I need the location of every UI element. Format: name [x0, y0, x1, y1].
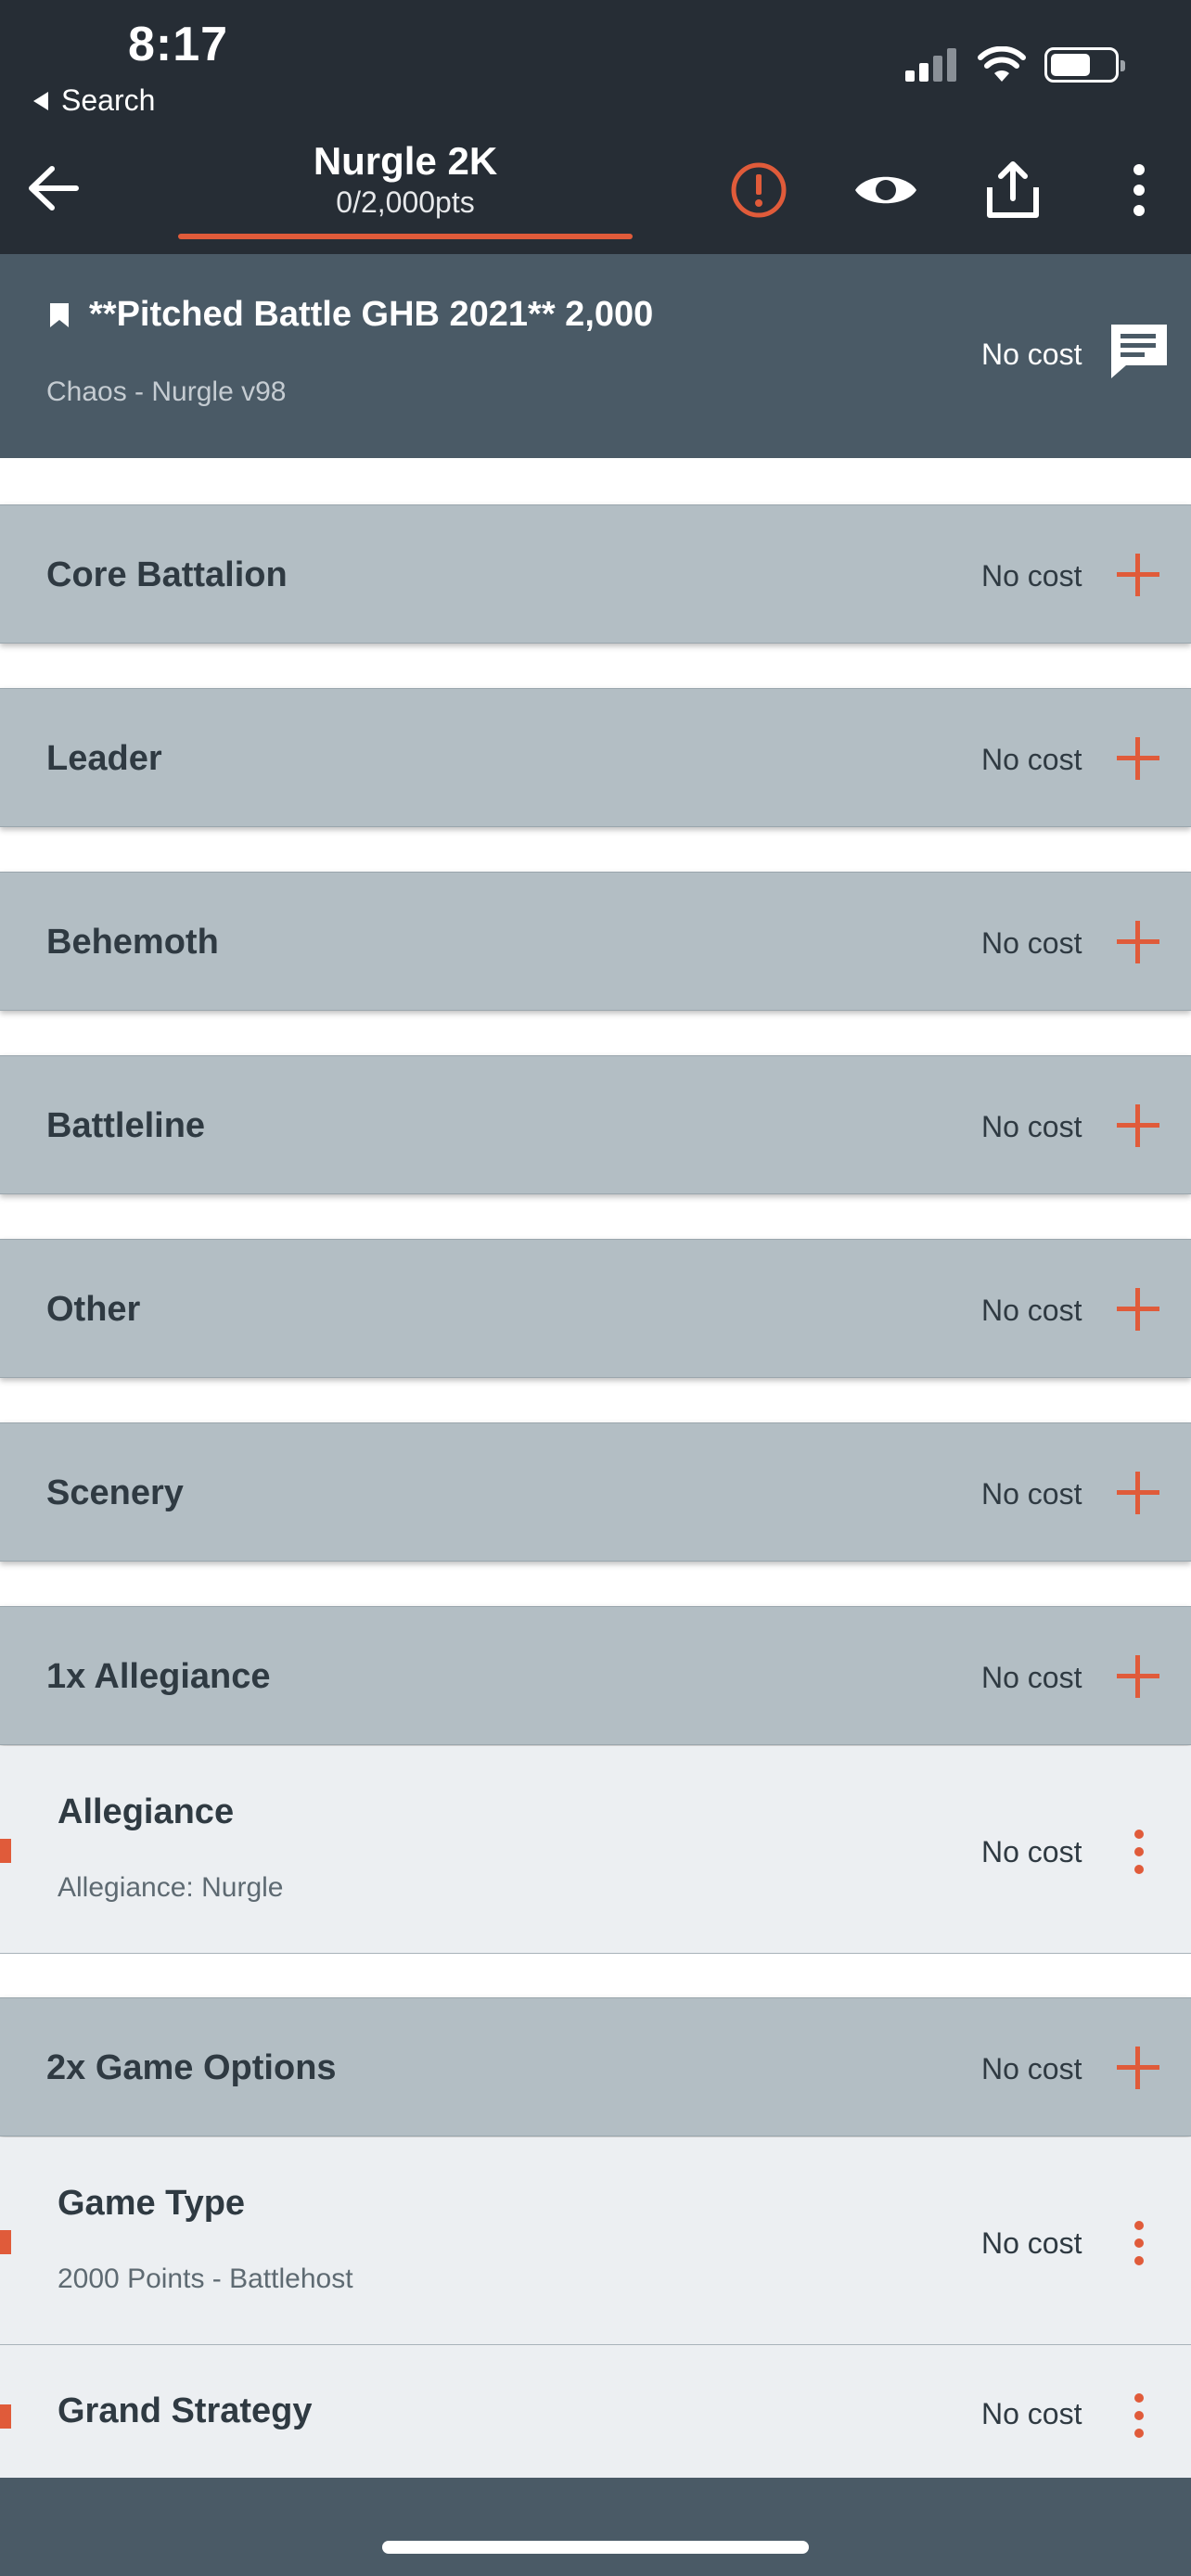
category-label: Other — [46, 1290, 141, 1329]
comment-icon[interactable] — [1108, 319, 1171, 382]
roster-cost: No cost — [981, 338, 1082, 371]
more-menu-button[interactable] — [1107, 158, 1172, 223]
category-cost: No cost — [981, 2052, 1082, 2085]
plus-icon[interactable] — [1117, 1655, 1159, 1698]
cellular-signal-icon — [905, 48, 956, 82]
category-cost: No cost — [981, 743, 1082, 776]
entry-name: Allegiance — [58, 1792, 235, 1831]
entry-marker — [0, 2404, 11, 2429]
entry-name: Game Type — [58, 2184, 246, 2223]
roster-name-text: **Pitched Battle GHB 2021** 2,000 — [89, 295, 654, 334]
plus-icon[interactable] — [1117, 921, 1159, 963]
entry-marker — [0, 2230, 11, 2254]
validation-errors-button[interactable] — [726, 158, 791, 223]
category-cost: No cost — [981, 559, 1082, 593]
category-allegiance[interactable]: 1x Allegiance No cost — [0, 1606, 1191, 1745]
category-leader[interactable]: Leader No cost — [0, 688, 1191, 827]
entry-marker — [0, 1839, 11, 1863]
category-cost: No cost — [981, 1661, 1082, 1694]
entry-subtitle: Allegiance: Nurgle — [58, 1872, 284, 1903]
view-button[interactable] — [853, 158, 918, 223]
share-icon — [987, 161, 1039, 218]
bottom-bar — [0, 2478, 1191, 2576]
roster-name: **Pitched Battle GHB 2021** 2,000 — [48, 295, 653, 335]
more-vertical-icon[interactable] — [1132, 2221, 1146, 2267]
back-to-search-label: Search — [61, 83, 156, 117]
category-cost: No cost — [981, 926, 1082, 960]
entry-name: Grand Strategy — [58, 2391, 313, 2430]
plus-icon[interactable] — [1117, 554, 1159, 596]
category-label: 1x Allegiance — [46, 1657, 271, 1696]
category-label: Leader — [46, 739, 162, 778]
battery-icon — [1044, 47, 1125, 83]
status-icons — [905, 46, 1125, 83]
app-header: 8:17 Search Nurgle 2K 0/2,000pts — [0, 0, 1191, 254]
points-total: 0/2,000pts — [336, 185, 475, 219]
entry-allegiance[interactable]: Allegiance Allegiance: Nurgle No cost — [0, 1746, 1191, 1954]
home-indicator[interactable] — [382, 2541, 809, 2554]
category-label: Scenery — [46, 1473, 184, 1512]
category-label: Behemoth — [46, 923, 219, 962]
more-vertical-icon[interactable] — [1132, 1830, 1146, 1876]
entry-cost: No cost — [981, 2397, 1082, 2430]
back-to-search-link[interactable]: Search — [33, 83, 155, 118]
category-other[interactable]: Other No cost — [0, 1239, 1191, 1378]
back-triangle-icon — [33, 91, 48, 110]
entry-grand-strategy[interactable]: Grand Strategy No cost — [0, 2345, 1191, 2478]
plus-icon[interactable] — [1117, 1104, 1159, 1147]
category-game-options[interactable]: 2x Game Options No cost — [0, 1997, 1191, 2136]
roster-subtitle: Chaos - Nurgle v98 — [46, 376, 287, 407]
title-underline — [178, 234, 633, 239]
category-cost: No cost — [981, 1477, 1082, 1511]
category-battleline[interactable]: Battleline No cost — [0, 1055, 1191, 1194]
entry-subtitle: 2000 Points - Battlehost — [58, 2264, 353, 2294]
eye-icon — [855, 176, 916, 204]
entry-game-type[interactable]: Game Type 2000 Points - Battlehost No co… — [0, 2137, 1191, 2345]
plus-icon[interactable] — [1117, 1472, 1159, 1514]
category-behemoth[interactable]: Behemoth No cost — [0, 872, 1191, 1011]
alert-circle-icon — [731, 162, 787, 218]
share-button[interactable] — [980, 158, 1045, 223]
status-time: 8:17 — [128, 18, 229, 71]
entry-cost: No cost — [981, 1835, 1082, 1868]
entry-cost: No cost — [981, 2226, 1082, 2260]
plus-icon[interactable] — [1117, 2047, 1159, 2089]
more-vertical-icon — [1133, 164, 1145, 216]
category-cost: No cost — [981, 1110, 1082, 1143]
category-label: 2x Game Options — [46, 2048, 337, 2087]
category-scenery[interactable]: Scenery No cost — [0, 1422, 1191, 1562]
bookmark-icon — [50, 302, 69, 327]
roster-title-block[interactable]: Nurgle 2K 0/2,000pts — [178, 139, 633, 220]
category-core-battalion[interactable]: Core Battalion No cost — [0, 504, 1191, 644]
more-vertical-icon[interactable] — [1132, 2393, 1146, 2440]
category-label: Battleline — [46, 1106, 206, 1145]
category-cost: No cost — [981, 1294, 1082, 1327]
plus-icon[interactable] — [1117, 1288, 1159, 1331]
arrow-left-icon[interactable] — [24, 159, 82, 217]
category-label: Core Battalion — [46, 555, 288, 594]
page-title: Nurgle 2K — [313, 139, 498, 183]
roster-header[interactable]: **Pitched Battle GHB 2021** 2,000 Chaos … — [0, 254, 1191, 458]
wifi-icon — [978, 46, 1026, 82]
plus-icon[interactable] — [1117, 737, 1159, 780]
